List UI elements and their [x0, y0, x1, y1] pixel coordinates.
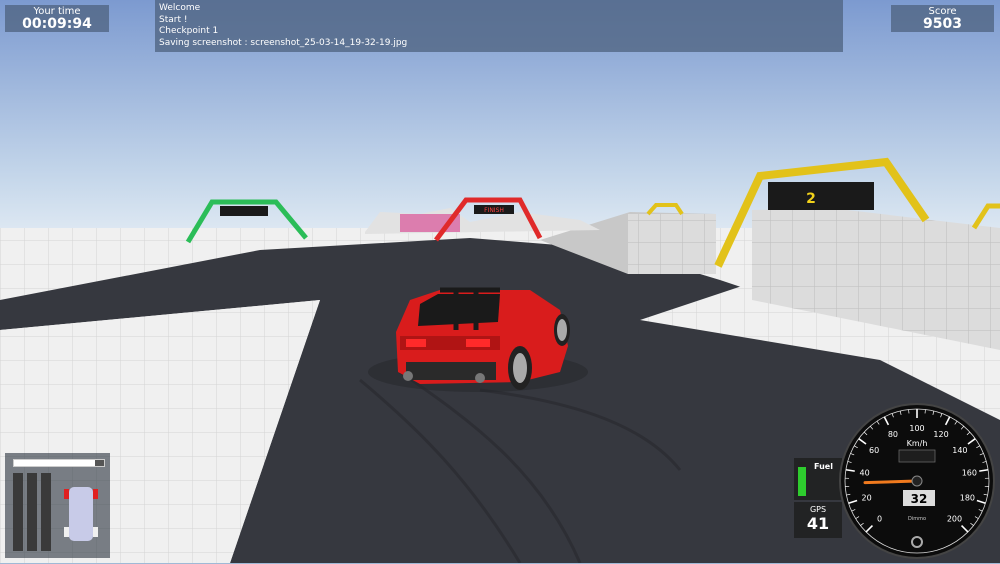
log-line: Start !: [159, 15, 839, 27]
minimap-panel: [5, 453, 110, 558]
time-value: 00:09:94: [5, 17, 109, 32]
speed-needle: [865, 481, 917, 483]
speed-tick-label: 20: [862, 493, 872, 502]
pedal-column: [27, 473, 37, 551]
speed-tick-label: 120: [933, 430, 948, 439]
log-line: Welcome: [159, 3, 839, 15]
fuel-gauge-fill: [798, 467, 806, 496]
fuel-gauge: [798, 462, 806, 496]
speed-unit: Km/h: [907, 439, 928, 448]
speedometer: 0 20 40 60 80 100 120 140 160 180 200 Km/h 32 Dimm…: [838, 402, 996, 560]
speed-tick-label: 0: [877, 514, 882, 523]
green-gate-sign: [220, 206, 268, 216]
fuel-label: Fuel: [814, 462, 833, 471]
dial-brand: Dimmo: [908, 516, 926, 522]
speed-tick-label: 60: [869, 446, 879, 455]
log-line: Saving screenshot : screenshot_25-03-14_…: [159, 38, 839, 50]
speed-tick-label: 200: [947, 514, 962, 523]
speed-readout: 32: [911, 492, 928, 506]
throttle-bar-fill: [14, 460, 95, 466]
time-panel: Your time 00:09:94: [5, 5, 109, 32]
block-center-face: [628, 214, 716, 274]
speed-tick-label: 140: [952, 446, 967, 455]
fuel-panel: Fuel: [794, 458, 842, 500]
checkpoint-number: 2: [806, 191, 816, 207]
throttle-bar: [13, 459, 105, 467]
gps-panel: GPS 41: [794, 502, 842, 538]
log-line: Checkpoint 1: [159, 26, 839, 38]
speed-tick-label: 40: [860, 469, 870, 478]
gps-value: 41: [794, 515, 842, 533]
speed-tick-label: 80: [888, 430, 898, 439]
pedal-column: [13, 473, 23, 551]
speedometer-dial: 0 20 40 60 80 100 120 140 160 180 200 Km/h 32 Dimm…: [838, 402, 996, 560]
car-topview-icon: [61, 483, 101, 545]
score-value: 9503: [891, 17, 994, 32]
odometer-display: [899, 450, 935, 462]
message-log: Welcome Start ! Checkpoint 1 Saving scre…: [155, 0, 843, 52]
pedal-column: [41, 473, 51, 551]
finish-sign-text: FINISH: [484, 207, 504, 214]
checkpoint-sign: [768, 182, 874, 210]
score-panel: Score 9503: [891, 5, 994, 32]
speed-tick-label: 160: [962, 469, 977, 478]
speed-tick-label: 100: [909, 424, 924, 433]
speed-tick-label: 180: [960, 493, 975, 502]
